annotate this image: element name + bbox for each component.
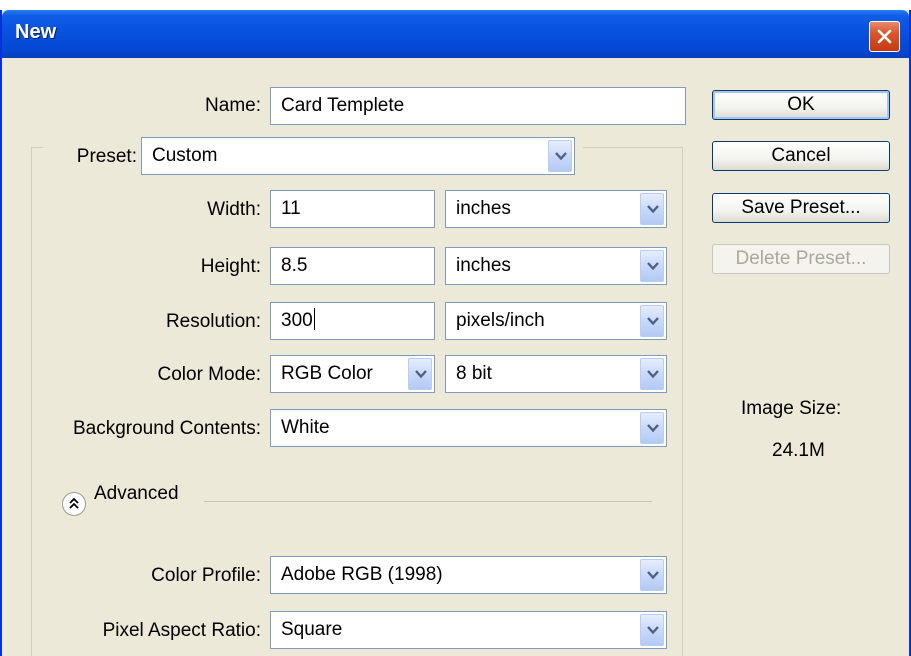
chevron-down-icon: [647, 205, 659, 214]
preset-group-left: [31, 147, 32, 656]
ok-button[interactable]: OK: [712, 90, 890, 120]
chevron-down-icon: [555, 152, 567, 161]
chevron-down-icon: [647, 626, 659, 635]
width-value: 11: [281, 198, 301, 219]
dialog-title: New: [15, 21, 57, 43]
background-contents-dropdown-button[interactable]: [640, 412, 664, 444]
advanced-toggle-button[interactable]: [62, 492, 86, 516]
color-profile-value: Adobe RGB (1998): [281, 564, 443, 585]
color-mode-label: Color Mode:: [157, 364, 262, 385]
chevron-down-icon: [647, 262, 659, 271]
save-preset-button[interactable]: Save Preset...: [712, 193, 890, 223]
chevron-down-icon: [647, 424, 659, 433]
background-contents-label: Background Contents:: [72, 418, 261, 439]
height-unit-value: inches: [456, 255, 511, 276]
background-contents-value: White: [281, 417, 330, 438]
height-input[interactable]: 8.5: [270, 247, 435, 285]
name-label: Name:: [205, 95, 261, 116]
close-icon: [877, 29, 892, 44]
height-value: 8.5: [281, 255, 308, 276]
width-unit-select[interactable]: inches: [445, 190, 667, 228]
name-input[interactable]: Card Templete: [270, 87, 686, 125]
preset-group-right: [682, 147, 683, 656]
pixel-aspect-ratio-select[interactable]: Square: [270, 611, 667, 649]
height-unit-select[interactable]: inches: [445, 247, 667, 285]
chevron-down-icon: [647, 370, 659, 379]
preset-group-top-left: [31, 147, 43, 148]
width-unit-dropdown-button[interactable]: [640, 193, 664, 225]
image-size-value: 24.1M: [772, 440, 825, 461]
name-value: Card Templete: [281, 95, 405, 116]
width-input[interactable]: 11: [270, 190, 435, 228]
color-mode-dropdown-button[interactable]: [408, 358, 432, 390]
resolution-value: 300: [281, 310, 313, 331]
bit-depth-select[interactable]: 8 bit: [445, 355, 667, 393]
color-profile-select[interactable]: Adobe RGB (1998): [270, 556, 667, 594]
resolution-unit-dropdown-button[interactable]: [640, 305, 664, 337]
pixel-aspect-ratio-dropdown-button[interactable]: [640, 614, 664, 646]
preset-value: Custom: [152, 145, 218, 166]
title-bar[interactable]: New: [2, 10, 909, 58]
double-chevron-up-icon: [69, 497, 79, 509]
text-caret: [313, 308, 315, 331]
advanced-divider: [204, 501, 652, 502]
resolution-unit-value: pixels/inch: [456, 310, 545, 331]
preset-select[interactable]: Custom: [141, 137, 575, 175]
new-document-dialog: New Name: Card Templete Preset: Custom W…: [0, 10, 911, 656]
height-unit-dropdown-button[interactable]: [640, 250, 664, 282]
advanced-label: Advanced: [94, 483, 179, 504]
cancel-button[interactable]: Cancel: [712, 141, 890, 171]
bit-depth-value: 8 bit: [456, 363, 492, 384]
color-mode-select[interactable]: RGB Color: [270, 355, 435, 393]
chevron-down-icon: [647, 571, 659, 580]
delete-preset-button[interactable]: Delete Preset...: [712, 244, 890, 274]
preset-label: Preset:: [76, 146, 137, 167]
close-button[interactable]: [869, 21, 900, 52]
height-label: Height:: [200, 256, 261, 277]
bit-depth-dropdown-button[interactable]: [640, 358, 664, 390]
chevron-down-icon: [415, 370, 427, 379]
resolution-input[interactable]: 300: [270, 302, 435, 340]
resolution-label: Resolution:: [165, 311, 261, 332]
resolution-unit-select[interactable]: pixels/inch: [445, 302, 667, 340]
image-size-label: Image Size:: [741, 398, 842, 419]
pixel-aspect-ratio-label: Pixel Aspect Ratio:: [102, 620, 261, 641]
color-profile-dropdown-button[interactable]: [640, 559, 664, 591]
width-unit-value: inches: [456, 198, 511, 219]
width-label: Width:: [207, 199, 261, 220]
preset-dropdown-button[interactable]: [548, 140, 572, 172]
background-contents-select[interactable]: White: [270, 409, 667, 447]
preset-group-top-right: [583, 147, 682, 148]
chevron-down-icon: [647, 317, 659, 326]
color-profile-label: Color Profile:: [151, 565, 261, 586]
pixel-aspect-ratio-value: Square: [281, 619, 343, 640]
color-mode-value: RGB Color: [281, 363, 373, 384]
